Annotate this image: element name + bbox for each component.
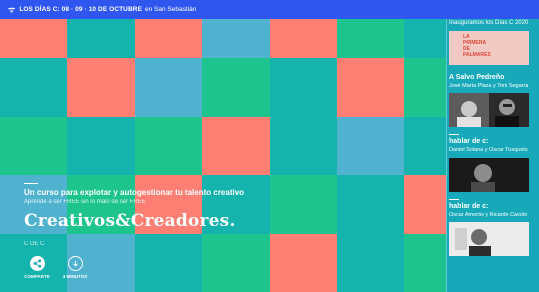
top-banner[interactable]: ᯤ LOS DÍAS C: 08 · 09 · 10 DE OCTUBRE en… — [0, 0, 539, 19]
sidebar-item-title[interactable]: hablar de c: — [449, 138, 539, 145]
mosaic-tile — [336, 58, 405, 117]
page-title: Creativos&Creadores. — [24, 211, 236, 231]
hero-kicker: Un curso para explotar y autogestionar t… — [24, 188, 245, 197]
read-time-label: 3 MINUTOS — [62, 274, 88, 279]
read-time-button[interactable]: 3 MINUTOS — [62, 256, 88, 279]
event-dates: LOS DÍAS C: 08 · 09 · 10 DE OCTUBRE — [19, 6, 143, 13]
sidebar-item-names: José María Plaza y Toni Segarra — [449, 82, 529, 89]
poster-text: LA PRIMERA DE PALMARÉS — [463, 33, 491, 58]
divider — [449, 198, 459, 200]
poster-image[interactable]: LA PRIMERA DE PALMARÉS — [449, 30, 529, 65]
mosaic-tile — [202, 116, 270, 176]
speaker-photo[interactable] — [449, 93, 529, 127]
mosaic-tile — [0, 116, 68, 176]
share-button[interactable]: COMPARTE — [24, 256, 50, 279]
sidebar-item-names: Daniel Solana y Oscar Tusquets — [449, 147, 528, 153]
sidebar-item-title[interactable]: hablar de c: — [449, 203, 539, 210]
mosaic-tile — [67, 58, 135, 117]
mosaic-tile — [336, 116, 405, 176]
event-location: en San Sebastián — [145, 6, 197, 13]
action-bar: COMPARTE 3 MINUTOS — [24, 256, 88, 279]
divider — [24, 183, 38, 184]
wifi-icon: ᯤ — [8, 5, 16, 14]
speaker-photo[interactable] — [449, 157, 529, 192]
share-icon — [29, 256, 45, 271]
mosaic-tile — [202, 58, 270, 117]
mosaic-tile — [134, 116, 203, 176]
share-label: COMPARTE — [24, 274, 50, 279]
mosaic-tile — [134, 58, 203, 117]
sidebar-item-names: Oscar Amorós y Ricardo Cavolo — [449, 211, 528, 218]
mosaic-tile — [0, 58, 68, 117]
sidebar-item-title[interactable]: A Salvo Pedreño — [449, 74, 539, 81]
divider — [449, 134, 459, 135]
hero-meta: C DE C — [24, 241, 45, 247]
sidebar: Inauguramos los Días C 2020 LA PRIMERA D… — [446, 0, 539, 292]
mosaic-tile — [269, 58, 337, 117]
mosaic-tile — [269, 116, 337, 176]
arrow-down-icon — [67, 256, 83, 271]
mosaic-tile — [67, 116, 135, 176]
speaker-photo[interactable] — [449, 222, 529, 256]
hero-subtitle: Aprende a ser FREE sin lo malo de ser FR… — [24, 199, 146, 205]
hero-content: Un curso para explotar y autogestionar t… — [24, 183, 404, 247]
sidebar-intro[interactable]: Inauguramos los Días C 2020 — [449, 20, 539, 27]
